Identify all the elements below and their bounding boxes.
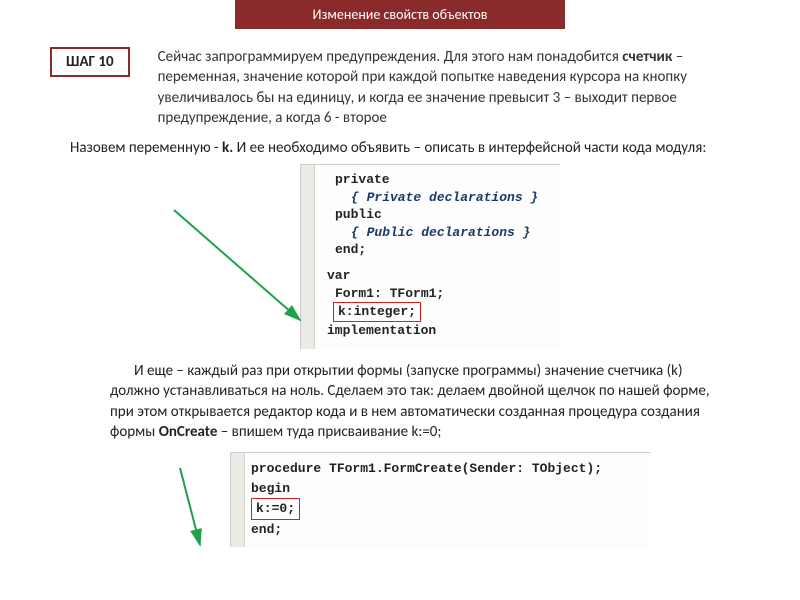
code2-k0: k:=0; [256, 501, 295, 516]
code1-var: var [327, 268, 350, 283]
code-block-declarations: private { Private declarations } public … [300, 164, 560, 349]
paragraph-2: Назовем переменную - k. И ее необходимо … [50, 138, 760, 158]
slide-content: ШАГ 10 Сейчас запрограммируем предупрежд… [0, 29, 800, 547]
paragraph-3: И еще – каждый раз при открытии формы (з… [110, 361, 720, 442]
code1-form1: Form1: TForm1; [335, 285, 552, 303]
code1-impl: implementation [327, 323, 436, 338]
code2-begin: begin [251, 481, 290, 496]
step-row: ШАГ 10 Сейчас запрограммируем предупрежд… [50, 47, 760, 128]
code1-pub-comment: { Public declarations } [351, 224, 552, 242]
code-gutter-2 [231, 453, 245, 547]
code1-kint: k:integer; [338, 304, 416, 319]
step-text-before: Сейчас запрограммируем предупреждения. Д… [158, 48, 623, 66]
code2-proc: procedure TForm1.FormCreate(Sender: TObj… [251, 459, 642, 479]
code1-end: end; [335, 242, 366, 257]
step-text-bold: счетчик [622, 48, 672, 66]
code1-priv-comment: { Private declarations } [351, 189, 552, 207]
para2-k: k. [222, 139, 233, 157]
para3-t2: – впишем туда присваивание k:=0; [217, 423, 441, 441]
step-badge: ШАГ 10 [50, 47, 130, 77]
step-label: ШАГ 10 [66, 53, 114, 71]
code-lines: private { Private declarations } public … [327, 171, 552, 339]
code1-private: private [335, 172, 390, 187]
slide-title: Изменение свойств объектов [313, 6, 488, 23]
para2-t1: Назовем переменную - [70, 139, 222, 157]
code-block-formcreate: procedure TForm1.FormCreate(Sender: TObj… [230, 452, 650, 547]
step-paragraph: Сейчас запрограммируем предупреждения. Д… [158, 47, 760, 128]
para3-oncreate: OnCreate [159, 423, 218, 441]
k-integer-highlight: k:integer; [333, 302, 421, 322]
k-zero-highlight: k:=0; [251, 498, 300, 520]
para2-t2: И ее необходимо объявить – описать в инт… [233, 139, 706, 157]
code-gutter [301, 165, 315, 349]
slide-header: Изменение свойств объектов [235, 0, 565, 29]
code2-end: end; [251, 522, 282, 537]
code1-public: public [335, 207, 382, 222]
